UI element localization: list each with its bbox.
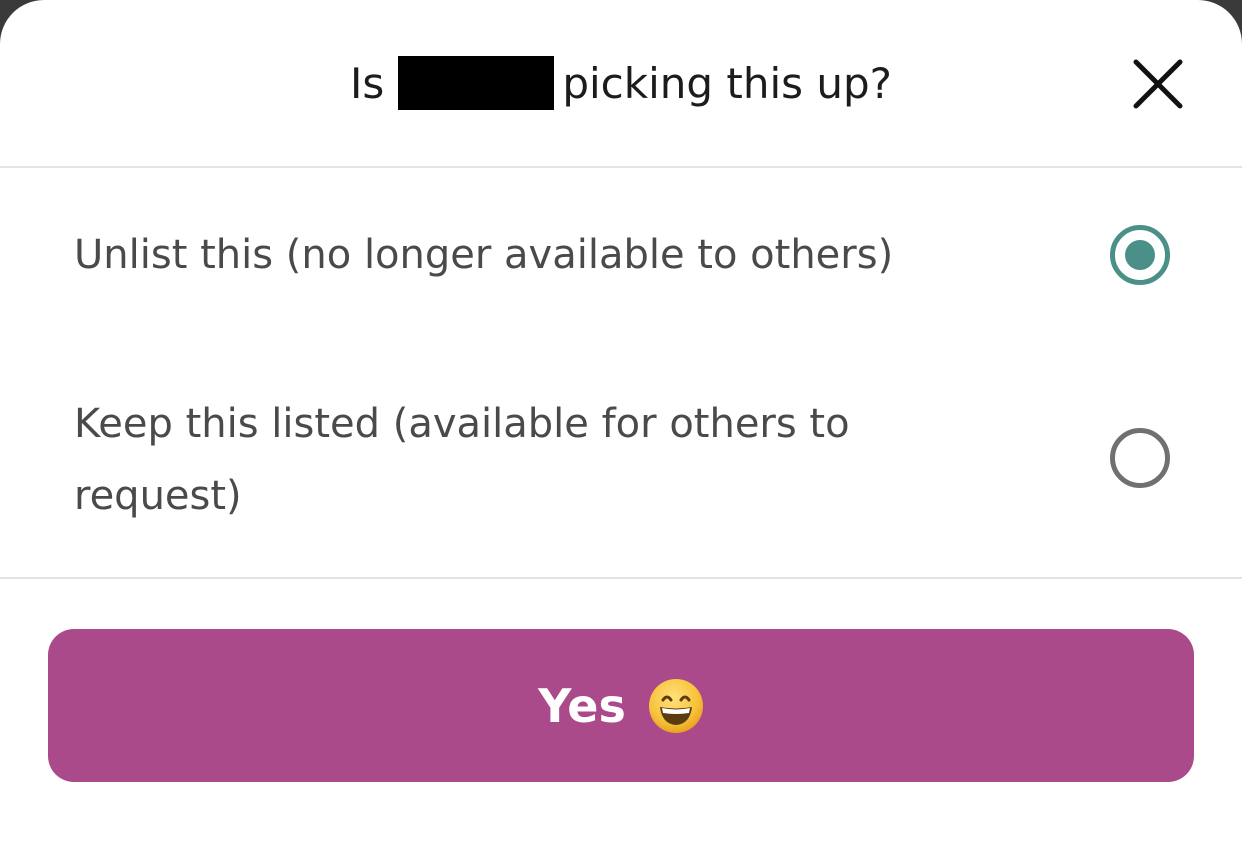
close-button[interactable] xyxy=(1124,50,1192,118)
yes-button-label: Yes xyxy=(538,678,626,733)
redacted-name-block xyxy=(398,56,555,110)
option-unlist[interactable]: Unlist this (no longer available to othe… xyxy=(0,170,1242,340)
option-keep-listed[interactable]: Keep this listed (available for others t… xyxy=(0,360,1242,570)
title-suffix: picking this up? xyxy=(562,59,892,108)
yes-button[interactable]: Yes xyxy=(48,629,1194,782)
option-keep-listed-label: Keep this listed (available for others t… xyxy=(74,401,850,519)
option-unlist-radio[interactable] xyxy=(1110,225,1170,285)
divider xyxy=(0,577,1242,579)
option-keep-listed-radio[interactable] xyxy=(1110,428,1170,488)
modal-sheet: Is picking this up? Unlist this (no longe… xyxy=(0,0,1242,854)
radio-selected-dot-icon xyxy=(1125,240,1155,270)
title-prefix: Is xyxy=(350,59,385,108)
modal-title: Is picking this up? xyxy=(0,52,1242,116)
option-unlist-label: Unlist this (no longer available to othe… xyxy=(74,232,894,278)
grinning-face-icon xyxy=(648,678,704,734)
close-icon xyxy=(1133,59,1183,109)
modal-header: Is picking this up? xyxy=(0,0,1242,168)
